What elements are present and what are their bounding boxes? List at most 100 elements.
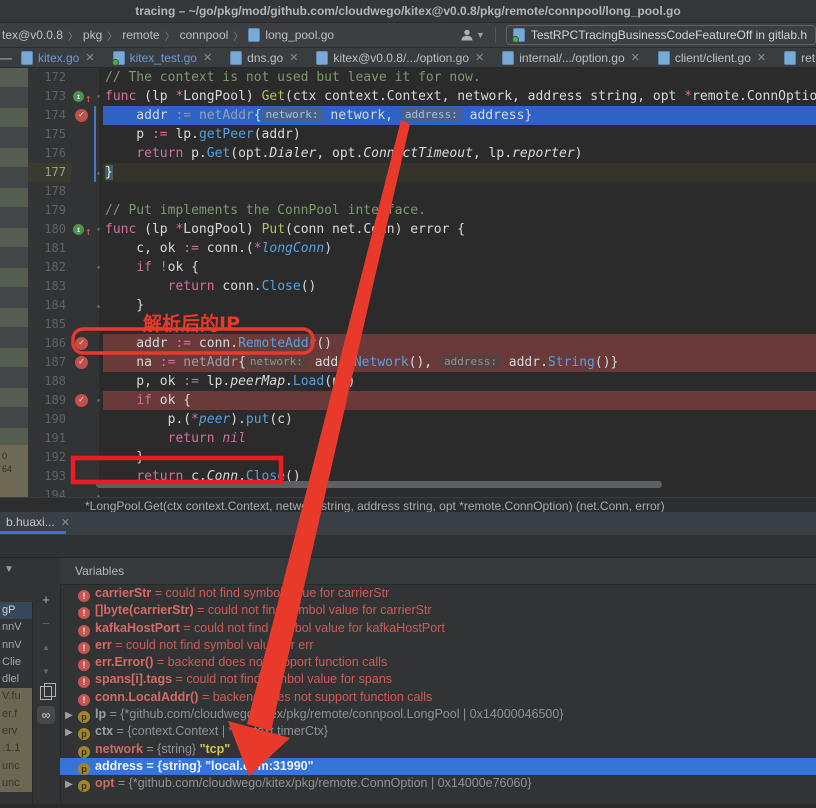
- gutter-cell[interactable]: ↥↑: [71, 220, 94, 239]
- remove-watch-icon[interactable]: −: [37, 615, 55, 633]
- breadcrumb-item[interactable]: pkg: [83, 28, 102, 42]
- fold-marker-icon[interactable]: ▾: [94, 391, 103, 410]
- gutter-cell[interactable]: [71, 144, 94, 163]
- fold-marker-icon[interactable]: ▴: [94, 448, 103, 467]
- move-down-icon[interactable]: ▼: [37, 663, 55, 681]
- code-line[interactable]: 185: [28, 315, 816, 334]
- code-line[interactable]: 186✓ addr := conn.RemoteAddr(): [28, 334, 816, 353]
- code-line[interactable]: 174✓ addr := netAddr{network: network, a…: [28, 106, 816, 125]
- copy-stack-icon[interactable]: [40, 686, 52, 700]
- gutter-cell[interactable]: [71, 410, 94, 429]
- variable-row-address[interactable]: paddress = {string} "local.com:31990": [60, 758, 816, 775]
- fold-marker-icon[interactable]: [94, 201, 103, 220]
- editor-tab-retryer-go[interactable]: retryer.go✕: [775, 48, 816, 67]
- code-line[interactable]: 176 return p.Get(opt.Dialer, opt.Connect…: [28, 144, 816, 163]
- editor-tab-kitex-v0-0-8-option-go[interactable]: kitex@v0.0.8/.../option.go✕: [307, 48, 493, 67]
- code-line[interactable]: 183 return conn.Close(): [28, 277, 816, 296]
- gutter-cell[interactable]: ✓: [71, 106, 94, 125]
- stack-frame-item[interactable]: unc: [0, 758, 32, 775]
- variable-row-err-Error-[interactable]: !err.Error() = backend does not support …: [60, 654, 816, 671]
- gutter-cell[interactable]: ✓: [71, 391, 94, 410]
- stack-frame-item[interactable]: er.f: [0, 706, 32, 723]
- breakpoint-verified-icon[interactable]: ✓: [75, 394, 88, 407]
- variable-row-carrierStr[interactable]: !carrierStr = could not find symbol valu…: [60, 585, 816, 602]
- variable-row-opt[interactable]: ▶popt = {*github.com/cloudwego/kitex/pkg…: [60, 775, 816, 792]
- variable-row-kafkaHostPort[interactable]: !kafkaHostPort = could not find symbol v…: [60, 620, 816, 637]
- code-line[interactable]: 172// The context is not used but leave …: [28, 68, 816, 87]
- stack-frame-item[interactable]: unc: [0, 775, 32, 792]
- stack-frame-item[interactable]: nnV: [0, 637, 32, 654]
- code-line[interactable]: 187✓ na := netAddr{network: addr.Network…: [28, 353, 816, 372]
- variable-row-network[interactable]: pnetwork = {string} "tcp": [60, 741, 816, 758]
- fold-marker-icon[interactable]: ▾: [94, 258, 103, 277]
- breadcrumb-item[interactable]: remote: [122, 28, 159, 42]
- breadcrumb-file[interactable]: long_pool.go: [265, 28, 334, 42]
- tab-list-collapse-icon[interactable]: —: [0, 48, 12, 67]
- close-icon[interactable]: ✕: [61, 516, 70, 529]
- gutter-cell[interactable]: [71, 125, 94, 144]
- close-icon[interactable]: ✕: [475, 51, 484, 64]
- implements-method-icon[interactable]: ↥↑: [73, 223, 93, 236]
- code-line[interactable]: 181 c, ok := conn.(*longConn): [28, 239, 816, 258]
- code-line[interactable]: 180↥↑▾func (lp *LongPool) Put(conn net.C…: [28, 220, 816, 239]
- code-line[interactable]: 175 p := lp.getPeer(addr): [28, 125, 816, 144]
- editor-tab-kitex_test-go[interactable]: kitex_test.go✕: [104, 48, 222, 67]
- close-icon[interactable]: ✕: [85, 51, 94, 64]
- fold-marker-icon[interactable]: [94, 353, 103, 372]
- gutter-cell[interactable]: ✓: [71, 334, 94, 353]
- gutter-cell[interactable]: [71, 182, 94, 201]
- editor-tab-kitex-go[interactable]: kitex.go✕: [12, 48, 104, 67]
- gutter-cell[interactable]: [71, 239, 94, 258]
- debug-session-tab[interactable]: b.huaxi... ✕: [0, 512, 76, 532]
- fold-marker-icon[interactable]: [94, 68, 103, 87]
- gutter-cell[interactable]: [71, 68, 94, 87]
- code-line[interactable]: 189✓▾ if ok {: [28, 391, 816, 410]
- gutter-cell[interactable]: [71, 163, 94, 182]
- code-editor[interactable]: 172// The context is not used but leave …: [28, 68, 816, 497]
- stack-frame-item[interactable]: Clie: [0, 654, 32, 671]
- gutter-cell[interactable]: [71, 448, 94, 467]
- code-line[interactable]: 192▴ }: [28, 448, 816, 467]
- breakpoint-verified-icon[interactable]: ✓: [75, 337, 88, 350]
- breadcrumb-item[interactable]: connpool: [180, 28, 229, 42]
- add-watch-icon[interactable]: +: [37, 591, 55, 609]
- gutter-cell[interactable]: [71, 486, 94, 497]
- fold-marker-icon[interactable]: [94, 277, 103, 296]
- frames-list[interactable]: gPnnVnnVCliedlelV.fuer.ferv.1.1uncunc: [0, 602, 33, 804]
- show-watches-icon[interactable]: ∞: [37, 706, 55, 724]
- close-icon[interactable]: ✕: [757, 51, 766, 64]
- fold-marker-icon[interactable]: ▾: [94, 87, 103, 106]
- fold-marker-icon[interactable]: [94, 334, 103, 353]
- breadcrumb-item[interactable]: tex@v0.0.8: [2, 28, 63, 42]
- gutter-cell[interactable]: [71, 467, 94, 486]
- breakpoint-verified-icon[interactable]: ✓: [75, 109, 88, 122]
- fold-marker-icon[interactable]: [94, 315, 103, 334]
- fold-marker-icon[interactable]: [94, 410, 103, 429]
- stack-frame-item[interactable]: gP: [0, 602, 32, 619]
- variable-row-ctx[interactable]: ▶pctx = {context.Context | *context.time…: [60, 723, 816, 740]
- code-line[interactable]: 191 return nil: [28, 429, 816, 448]
- code-line[interactable]: 178: [28, 182, 816, 201]
- gutter-cell[interactable]: [71, 296, 94, 315]
- stack-frame-item[interactable]: .1.1: [0, 740, 32, 757]
- expand-chevron-icon[interactable]: ▶: [60, 707, 78, 723]
- code-line[interactable]: 177▴}: [28, 163, 816, 182]
- stack-frame-item[interactable]: erv: [0, 723, 32, 740]
- gutter-cell[interactable]: [71, 429, 94, 448]
- fold-marker-icon[interactable]: ▴: [94, 296, 103, 315]
- breakpoint-verified-icon[interactable]: ✓: [75, 356, 88, 369]
- code-line[interactable]: 182▾ if !ok {: [28, 258, 816, 277]
- stack-frame-item[interactable]: V.fu: [0, 688, 32, 705]
- chevron-down-icon[interactable]: ▼: [4, 564, 14, 575]
- fold-marker-icon[interactable]: ▾: [94, 220, 103, 239]
- gutter-cell[interactable]: [71, 277, 94, 296]
- gutter-cell[interactable]: ✓: [71, 353, 94, 372]
- expand-chevron-icon[interactable]: ▶: [60, 776, 78, 792]
- variable-row--byte-carrierStr-[interactable]: ![]byte(carrierStr) = could not find sym…: [60, 602, 816, 619]
- implements-method-icon[interactable]: ↥↑: [73, 90, 93, 103]
- variable-row-err[interactable]: !err = could not find symbol value for e…: [60, 637, 816, 654]
- gutter-cell[interactable]: [71, 201, 94, 220]
- code-line[interactable]: 179// Put implements the ConnPool interf…: [28, 201, 816, 220]
- variable-row-lp[interactable]: ▶plp = {*github.com/cloudwego/kitex/pkg/…: [60, 706, 816, 723]
- code-line[interactable]: 184▴ }: [28, 296, 816, 315]
